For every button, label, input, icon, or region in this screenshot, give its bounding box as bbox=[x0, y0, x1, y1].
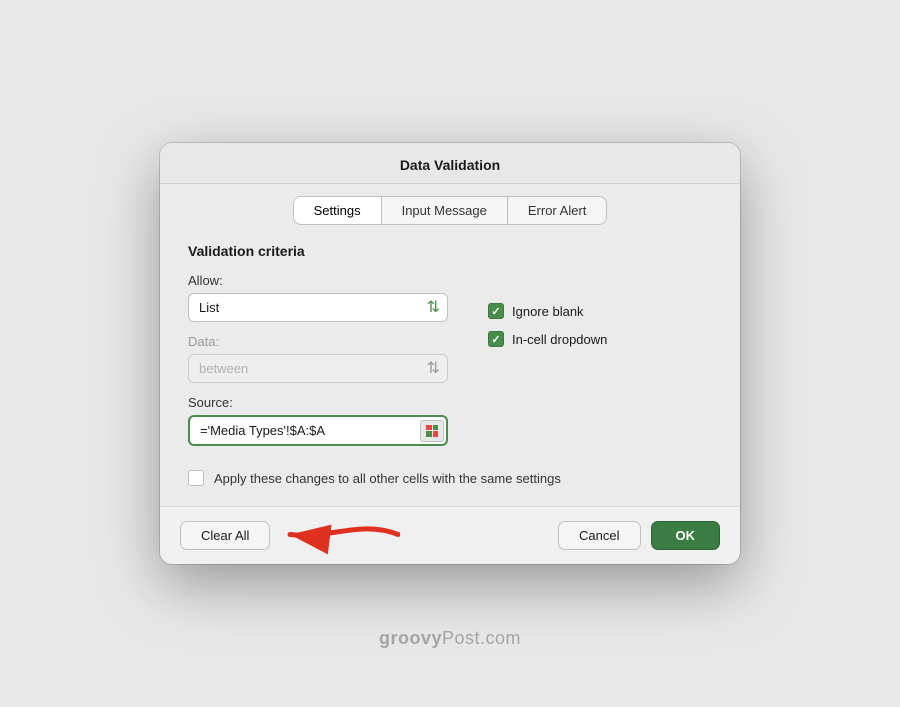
data-label: Data: bbox=[188, 334, 448, 349]
clear-all-button[interactable]: Clear All bbox=[180, 521, 270, 550]
footer-right: Cancel OK bbox=[558, 521, 720, 550]
tab-settings[interactable]: Settings bbox=[293, 196, 382, 225]
watermark: groovyPost.com bbox=[379, 628, 521, 649]
source-btn-inner-grid bbox=[426, 425, 438, 437]
tabs-row: Settings Input Message Error Alert bbox=[160, 184, 740, 225]
arrow-svg bbox=[270, 509, 400, 559]
in-cell-dropdown-label: In-cell dropdown bbox=[512, 332, 607, 347]
arrow-annotation bbox=[270, 509, 400, 562]
form-area: Allow: List Any value Whole number Decim… bbox=[188, 273, 712, 446]
source-input[interactable] bbox=[188, 415, 448, 446]
allow-label: Allow: bbox=[188, 273, 448, 288]
watermark-bold: groovy bbox=[379, 628, 442, 648]
tab-input-message[interactable]: Input Message bbox=[382, 196, 508, 225]
source-field-wrapper bbox=[188, 415, 448, 446]
apply-row: Apply these changes to all other cells w… bbox=[188, 470, 712, 486]
form-right: Ignore blank In-cell dropdown bbox=[488, 273, 712, 446]
ignore-blank-row: Ignore blank bbox=[488, 303, 712, 319]
apply-changes-label: Apply these changes to all other cells w… bbox=[214, 471, 561, 486]
in-cell-dropdown-row: In-cell dropdown bbox=[488, 331, 712, 347]
in-cell-dropdown-checkbox[interactable] bbox=[488, 331, 504, 347]
dialog-body: Validation criteria Allow: List Any valu… bbox=[160, 225, 740, 506]
dialog-footer: Clear All Cancel OK bbox=[160, 506, 740, 564]
allow-select-wrapper: List Any value Whole number Decimal Date… bbox=[188, 293, 448, 322]
data-validation-dialog: Data Validation Settings Input Message E… bbox=[160, 143, 740, 564]
allow-select[interactable]: List Any value Whole number Decimal Date… bbox=[188, 293, 448, 322]
source-label: Source: bbox=[188, 395, 448, 410]
source-range-button[interactable] bbox=[420, 420, 444, 442]
form-left: Allow: List Any value Whole number Decim… bbox=[188, 273, 448, 446]
apply-changes-checkbox[interactable] bbox=[188, 470, 204, 486]
ok-button[interactable]: OK bbox=[651, 521, 721, 550]
ignore-blank-checkbox[interactable] bbox=[488, 303, 504, 319]
data-select-wrapper: between ⇅ bbox=[188, 354, 448, 383]
cancel-button[interactable]: Cancel bbox=[558, 521, 640, 550]
dialog-title: Data Validation bbox=[400, 157, 500, 173]
tab-error-alert[interactable]: Error Alert bbox=[508, 196, 608, 225]
section-title: Validation criteria bbox=[188, 243, 712, 259]
dialog-titlebar: Data Validation bbox=[160, 143, 740, 184]
data-select[interactable]: between bbox=[188, 354, 448, 383]
ignore-blank-label: Ignore blank bbox=[512, 304, 584, 319]
